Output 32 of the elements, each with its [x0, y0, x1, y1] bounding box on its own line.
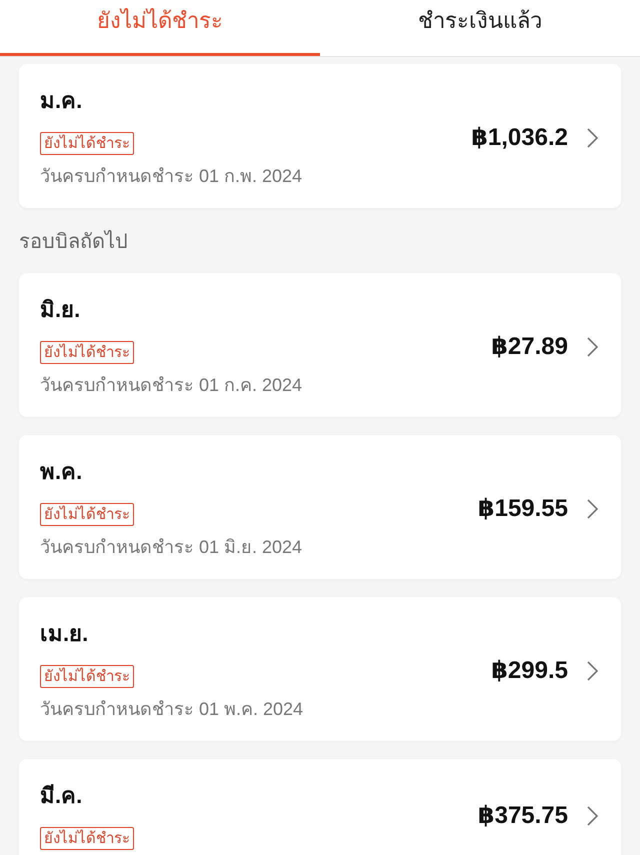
amount-text: ฿375.75 — [478, 801, 568, 830]
chevron-icon — [587, 660, 598, 680]
chevron-icon — [587, 806, 598, 826]
chevron-icon — [587, 498, 598, 518]
month-title: ม.ค. — [40, 87, 82, 115]
status-badge: ยังไม่ได้ชำระ — [40, 665, 134, 688]
amount-text: ฿1,036.2 — [471, 123, 568, 152]
status-badge: ยังไม่ได้ชำระ — [40, 827, 134, 850]
due-date-text: วันครบกำหนดชำระ 01 ก.ค. 2024 — [40, 374, 302, 397]
bill-card[interactable]: เม.ย. ยังไม่ได้ชำระ วันครบกำหนดชำระ 01 พ.ค. 2024 ฿299.5 — [19, 597, 621, 741]
bill-card[interactable]: พ.ค. ยังไม่ได้ชำระ วันครบกำหนดชำระ 01 มิ.ย. 2024 ฿159.55 — [19, 435, 621, 579]
due-date-text: วันครบกำหนดชำระ 01 พ.ค. 2024 — [40, 698, 304, 721]
amount-text: ฿27.89 — [491, 332, 568, 361]
chevron-icon — [587, 128, 598, 148]
month-title: มิ.ย. — [40, 296, 80, 324]
tab[interactable]: ชำระเงินแล้ว — [320, 0, 640, 56]
month-title: พ.ค. — [40, 458, 82, 486]
month-title: เม.ย. — [40, 620, 88, 648]
status-badge: ยังไม่ได้ชำระ — [40, 503, 134, 526]
amount-text: ฿159.55 — [478, 494, 568, 523]
due-date-text: วันครบกำหนดชำระ 01 มิ.ย. 2024 — [40, 536, 302, 559]
section-title: รอบบิลถัดไป — [19, 229, 129, 255]
status-badge: ยังไม่ได้ชำระ — [40, 132, 134, 155]
status-badge: ยังไม่ได้ชำระ — [40, 341, 134, 364]
amount-text: ฿299.5 — [491, 656, 568, 685]
due-date-text: วันครบกำหนดชำระ 01 ก.พ. 2024 — [40, 165, 302, 188]
tab[interactable]: ยังไม่ได้ชำระ — [0, 0, 320, 56]
month-title: มี.ค. — [40, 782, 82, 810]
bill-card[interactable]: มิ.ย. ยังไม่ได้ชำระ วันครบกำหนดชำระ 01 ก.ค. 2024 ฿27.89 — [19, 273, 621, 417]
bill-card[interactable]: มี.ค. ยังไม่ได้ชำระ ฿375.75 — [19, 759, 621, 855]
bill-card[interactable]: ม.ค. ยังไม่ได้ชำระ วันครบกำหนดชำระ 01 ก.พ. 2024 ฿1,036.2 — [19, 64, 621, 208]
chevron-icon — [587, 336, 598, 356]
